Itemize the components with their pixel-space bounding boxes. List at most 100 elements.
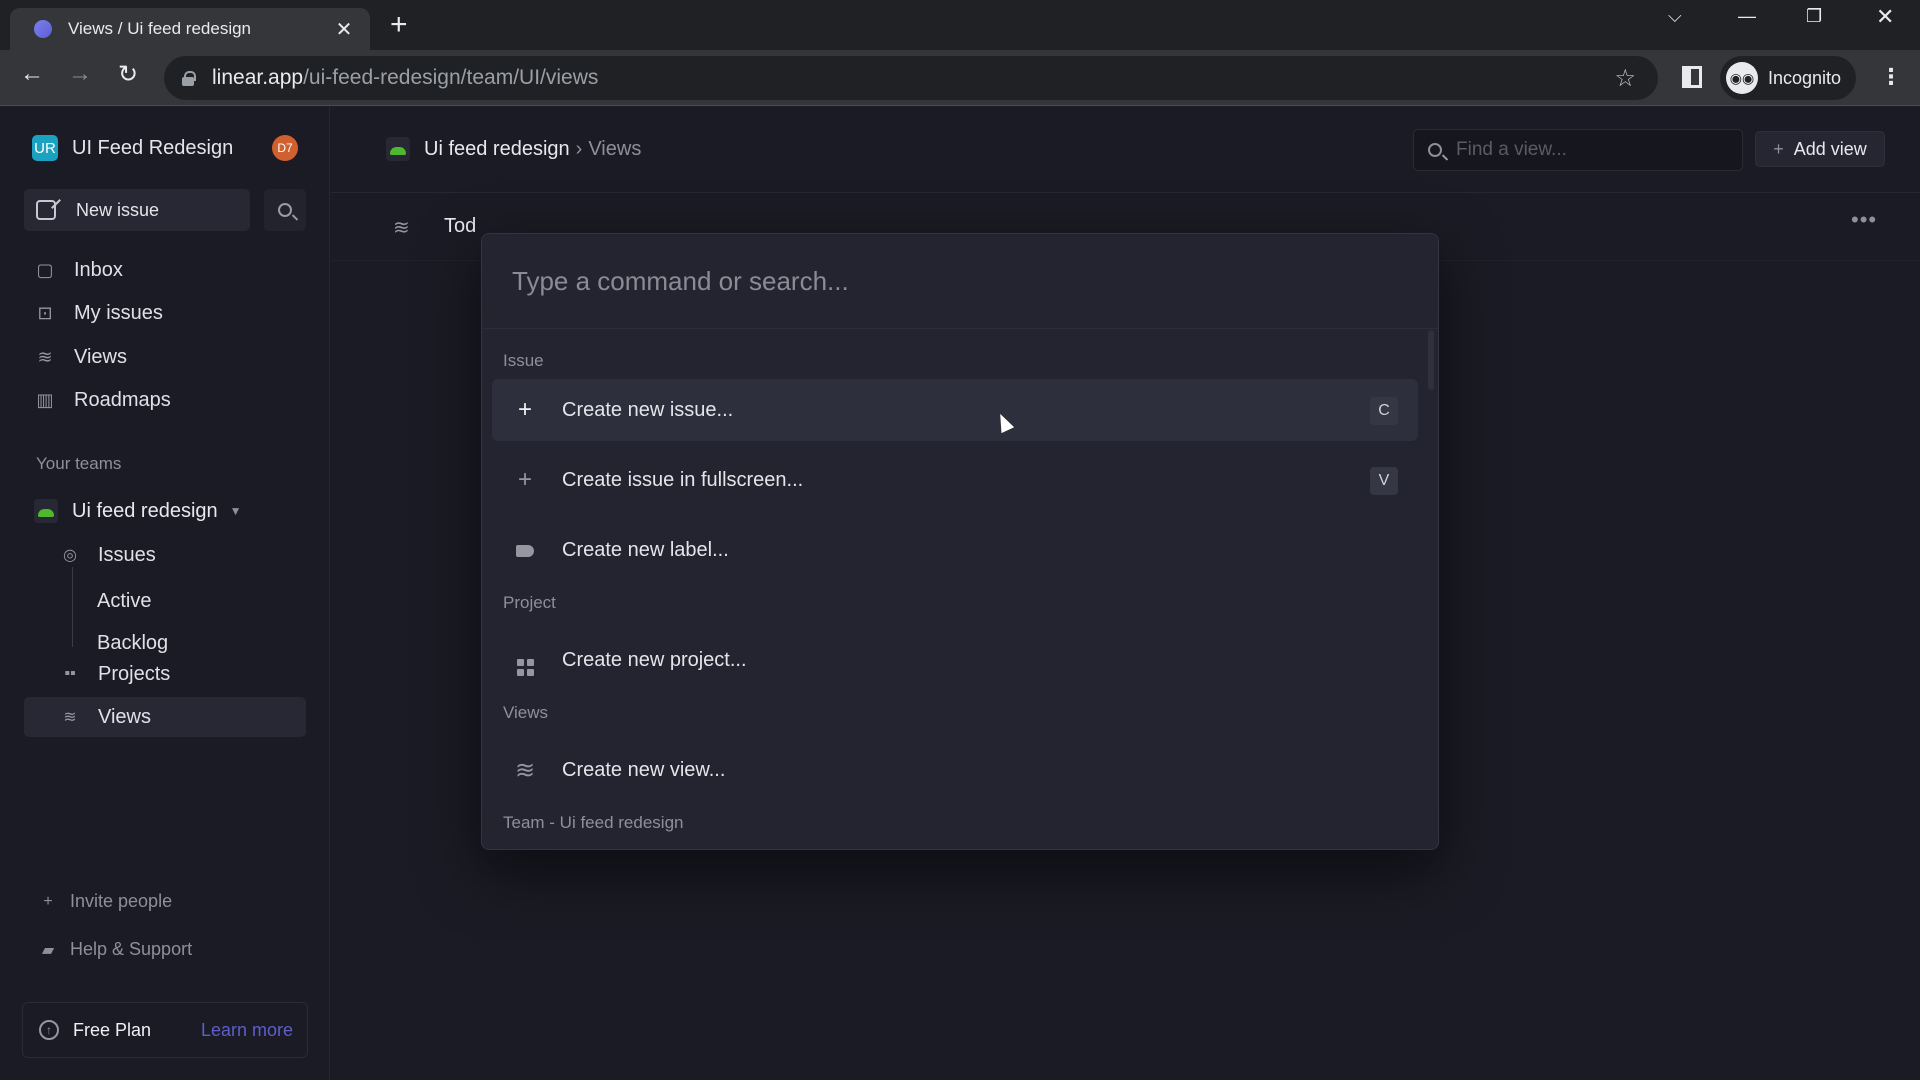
address-bar[interactable]: linear.app/ui-feed-redesign/team/UI/view… xyxy=(164,56,1658,100)
command-create-new-label[interactable]: Create new label... xyxy=(492,519,1418,581)
workspace-badge: UR xyxy=(32,135,58,161)
team-name: Ui feed redesign xyxy=(72,499,218,522)
side-panel-icon[interactable] xyxy=(1682,66,1702,88)
command-create-issue-fullscreen[interactable]: + Create issue in fullscreen... V xyxy=(492,449,1418,511)
command-create-new-view[interactable]: ≋ Create new view... xyxy=(492,739,1418,801)
team-item-active[interactable]: Active xyxy=(97,590,151,613)
minimize-icon[interactable]: — xyxy=(1738,6,1756,27)
command-search-input[interactable] xyxy=(512,265,1392,297)
forward-icon[interactable]: → xyxy=(64,60,96,88)
search-icon xyxy=(1428,143,1442,157)
main-header: Ui feed redesign › Views + Add view xyxy=(331,107,1920,193)
sidebar-item-label: Views xyxy=(74,345,127,368)
command-label: Create new view... xyxy=(562,758,726,781)
command-create-new-issue[interactable]: + Create new issue... C xyxy=(492,379,1418,441)
back-icon[interactable]: ← xyxy=(16,60,48,88)
command-group-label: Project xyxy=(503,593,556,612)
url-path: /ui-feed-redesign/team/UI/views xyxy=(303,66,599,89)
help-support-button[interactable]: ▰ Help & Support xyxy=(40,939,192,960)
inbox-icon: ▢ xyxy=(36,259,54,280)
help-support-label: Help & Support xyxy=(70,939,193,959)
plus-icon: + xyxy=(517,396,532,423)
command-group-label: Issue xyxy=(503,351,544,370)
palette-scrollbar[interactable] xyxy=(1428,330,1434,390)
incognito-profile-button[interactable]: ◉◉ Incognito xyxy=(1720,56,1856,100)
reload-icon[interactable]: ↻ xyxy=(112,60,144,89)
user-avatar[interactable]: D7 xyxy=(272,135,298,161)
browser-toolbar: ← → ↻ linear.app/ui-feed-redesign/team/U… xyxy=(0,50,1920,106)
breadcrumb: Ui feed redesign › Views xyxy=(386,137,641,161)
team-item-projects[interactable]: ▪▪ Projects xyxy=(60,656,170,692)
sidebar: UR UI Feed Redesign D7 New issue ▢ Inbox… xyxy=(0,107,330,1080)
team-ui-feed-redesign[interactable]: Ui feed redesign ▼ xyxy=(34,493,242,529)
bookmark-star-icon[interactable]: ☆ xyxy=(1614,64,1636,93)
views-icon: ≋ xyxy=(63,709,77,726)
caret-down-icon: ▼ xyxy=(229,504,242,518)
views-icon: ≋ xyxy=(514,756,536,784)
lock-icon[interactable] xyxy=(182,71,196,86)
upgrade-arrow-icon: ↑ xyxy=(39,1020,59,1040)
team-item-label: Views xyxy=(98,705,151,728)
breadcrumb-separator: › xyxy=(575,137,583,160)
team-cloud-icon xyxy=(386,137,410,161)
new-tab-button[interactable]: + xyxy=(390,10,408,40)
book-icon: ▰ xyxy=(41,941,55,959)
team-cloud-icon xyxy=(34,499,58,523)
projects-icon xyxy=(514,645,536,676)
team-item-label: Issues xyxy=(98,543,156,566)
plus-icon: + xyxy=(43,892,53,910)
browser-menu-icon[interactable]: ⋮ xyxy=(1880,64,1902,90)
command-label: Create new issue... xyxy=(562,398,734,421)
command-label: Create new label... xyxy=(562,538,729,561)
window-close-icon[interactable]: ✕ xyxy=(1876,4,1894,30)
invite-people-button[interactable]: + Invite people xyxy=(40,891,172,912)
team-item-label: Projects xyxy=(98,662,171,685)
command-create-new-project[interactable]: Create new project... xyxy=(492,629,1418,691)
more-options-icon[interactable]: ••• xyxy=(1851,207,1877,233)
shortcut-key: V xyxy=(1370,467,1398,495)
add-view-label: Add view xyxy=(1793,138,1867,159)
command-label: Create new project... xyxy=(562,648,747,671)
command-palette: Issue + Create new issue... C + Create i… xyxy=(481,233,1439,850)
breadcrumb-current: Views xyxy=(588,137,642,160)
incognito-icon: ◉◉ xyxy=(1726,62,1758,94)
workspace-switcher[interactable]: UR UI Feed Redesign xyxy=(32,135,233,161)
browser-tab[interactable]: Views / Ui feed redesign ✕ xyxy=(10,8,370,50)
learn-more-link[interactable]: Learn more xyxy=(201,1020,293,1041)
sidebar-item-label: Inbox xyxy=(74,258,123,281)
tab-search-icon[interactable]: ⌵ xyxy=(1668,6,1682,27)
sidebar-item-label: Roadmaps xyxy=(74,388,171,411)
sidebar-item-views[interactable]: ≋ Views xyxy=(34,339,127,375)
your-teams-label: Your teams xyxy=(36,454,122,473)
invite-people-label: Invite people xyxy=(70,891,173,911)
tab-title: Views / Ui feed redesign xyxy=(68,19,252,38)
command-search xyxy=(482,234,1438,329)
team-item-backlog[interactable]: Backlog xyxy=(97,632,168,655)
roadmap-icon: ▥ xyxy=(36,389,54,410)
sidebar-item-roadmaps[interactable]: ▥ Roadmaps xyxy=(34,382,171,418)
projects-icon: ▪▪ xyxy=(64,665,76,682)
find-view-input[interactable] xyxy=(1456,139,1726,161)
restore-icon[interactable]: ❐ xyxy=(1806,6,1822,27)
tab-close-icon[interactable]: ✕ xyxy=(332,17,356,42)
free-plan-banner: ↑ Free Plan Learn more xyxy=(22,1002,308,1058)
views-icon: ≋ xyxy=(393,217,410,239)
sidebar-item-inbox[interactable]: ▢ Inbox xyxy=(34,252,123,288)
incognito-label: Incognito xyxy=(1768,67,1842,88)
team-item-issues[interactable]: ◎ Issues xyxy=(60,537,156,573)
sidebar-item-label: My issues xyxy=(74,301,163,324)
sidebar-item-my-issues[interactable]: ⊡ My issues xyxy=(34,295,163,331)
free-plan-label: Free Plan xyxy=(73,1019,152,1040)
views-icon: ≋ xyxy=(37,346,53,367)
team-item-views[interactable]: ≋ Views xyxy=(60,699,151,735)
command-group-label: Views xyxy=(503,703,549,722)
new-issue-button[interactable]: New issue xyxy=(24,189,250,231)
sidebar-search-button[interactable] xyxy=(264,189,306,231)
add-view-button[interactable]: + Add view xyxy=(1755,131,1885,167)
find-view-search[interactable] xyxy=(1413,129,1743,171)
url-host: linear.app xyxy=(212,66,304,89)
breadcrumb-team[interactable]: Ui feed redesign xyxy=(424,138,570,161)
label-tag-icon xyxy=(514,536,536,564)
tree-line xyxy=(72,567,73,647)
new-issue-label: New issue xyxy=(76,199,160,220)
